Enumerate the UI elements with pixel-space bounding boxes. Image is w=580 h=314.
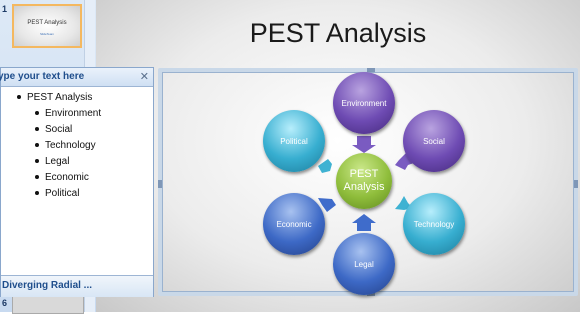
bullet-text[interactable]: Legal [45, 156, 69, 167]
bullet-item[interactable]: Political [35, 188, 79, 199]
text-pane-footer[interactable]: Diverging Radial ... [1, 275, 153, 297]
node-economic[interactable]: Economic [263, 193, 325, 255]
bullet-item[interactable]: Technology [35, 140, 96, 151]
arrow-environment [352, 136, 376, 153]
bullet-dot-icon [35, 159, 39, 164]
node-social-label: Social [423, 136, 445, 146]
bullet-text[interactable]: Social [45, 124, 72, 135]
bullet-dot-icon [35, 191, 39, 196]
bullet-text[interactable]: Technology [45, 140, 96, 151]
text-pane-title: ype your text here [0, 71, 85, 82]
bullet-dot-icon [35, 127, 39, 132]
center-label: PEST Analysis [344, 168, 385, 194]
text-pane-header: ype your text here ✕ [0, 68, 153, 87]
bullet-dot-icon [17, 95, 21, 100]
bullet-text[interactable]: Environment [45, 108, 101, 119]
bullet-dot-icon [35, 111, 39, 116]
bullet-item[interactable]: Economic [35, 172, 89, 183]
close-icon[interactable]: ✕ [140, 70, 149, 83]
bullet-item[interactable]: Legal [35, 156, 69, 167]
bullet-text[interactable]: PEST Analysis [27, 92, 92, 103]
node-center-pest-analysis[interactable]: PEST Analysis [336, 153, 392, 209]
center-label-line1: PEST [349, 168, 379, 180]
node-environment[interactable]: Environment [333, 72, 395, 134]
bullet-item[interactable]: Environment [35, 108, 101, 119]
bullet-text[interactable]: Political [45, 188, 79, 199]
node-legal[interactable]: Legal [333, 233, 395, 295]
arrow-political [318, 159, 332, 173]
node-environment-label: Environment [341, 98, 387, 108]
node-technology[interactable]: Technology [403, 193, 465, 255]
node-political[interactable]: Political [263, 110, 325, 172]
arrow-legal [352, 214, 376, 231]
bullet-text[interactable]: Economic [45, 172, 89, 183]
bullet-item[interactable]: Social [35, 124, 72, 135]
node-economic-label: Economic [276, 219, 312, 229]
center-label-line2: Analysis [343, 181, 385, 193]
node-legal-label: Legal [354, 259, 374, 269]
node-political-label: Political [280, 136, 308, 146]
node-social[interactable]: Social [403, 110, 465, 172]
smartart-text-pane[interactable]: ype your text here ✕ PEST Analysis Envir… [0, 67, 154, 297]
bullet-dot-icon [35, 143, 39, 148]
layout-name-link[interactable]: Diverging Radial ... [2, 280, 92, 291]
bullet-item[interactable]: PEST Analysis [17, 92, 92, 103]
node-technology-label: Technology [413, 219, 455, 229]
bullet-dot-icon [35, 175, 39, 180]
